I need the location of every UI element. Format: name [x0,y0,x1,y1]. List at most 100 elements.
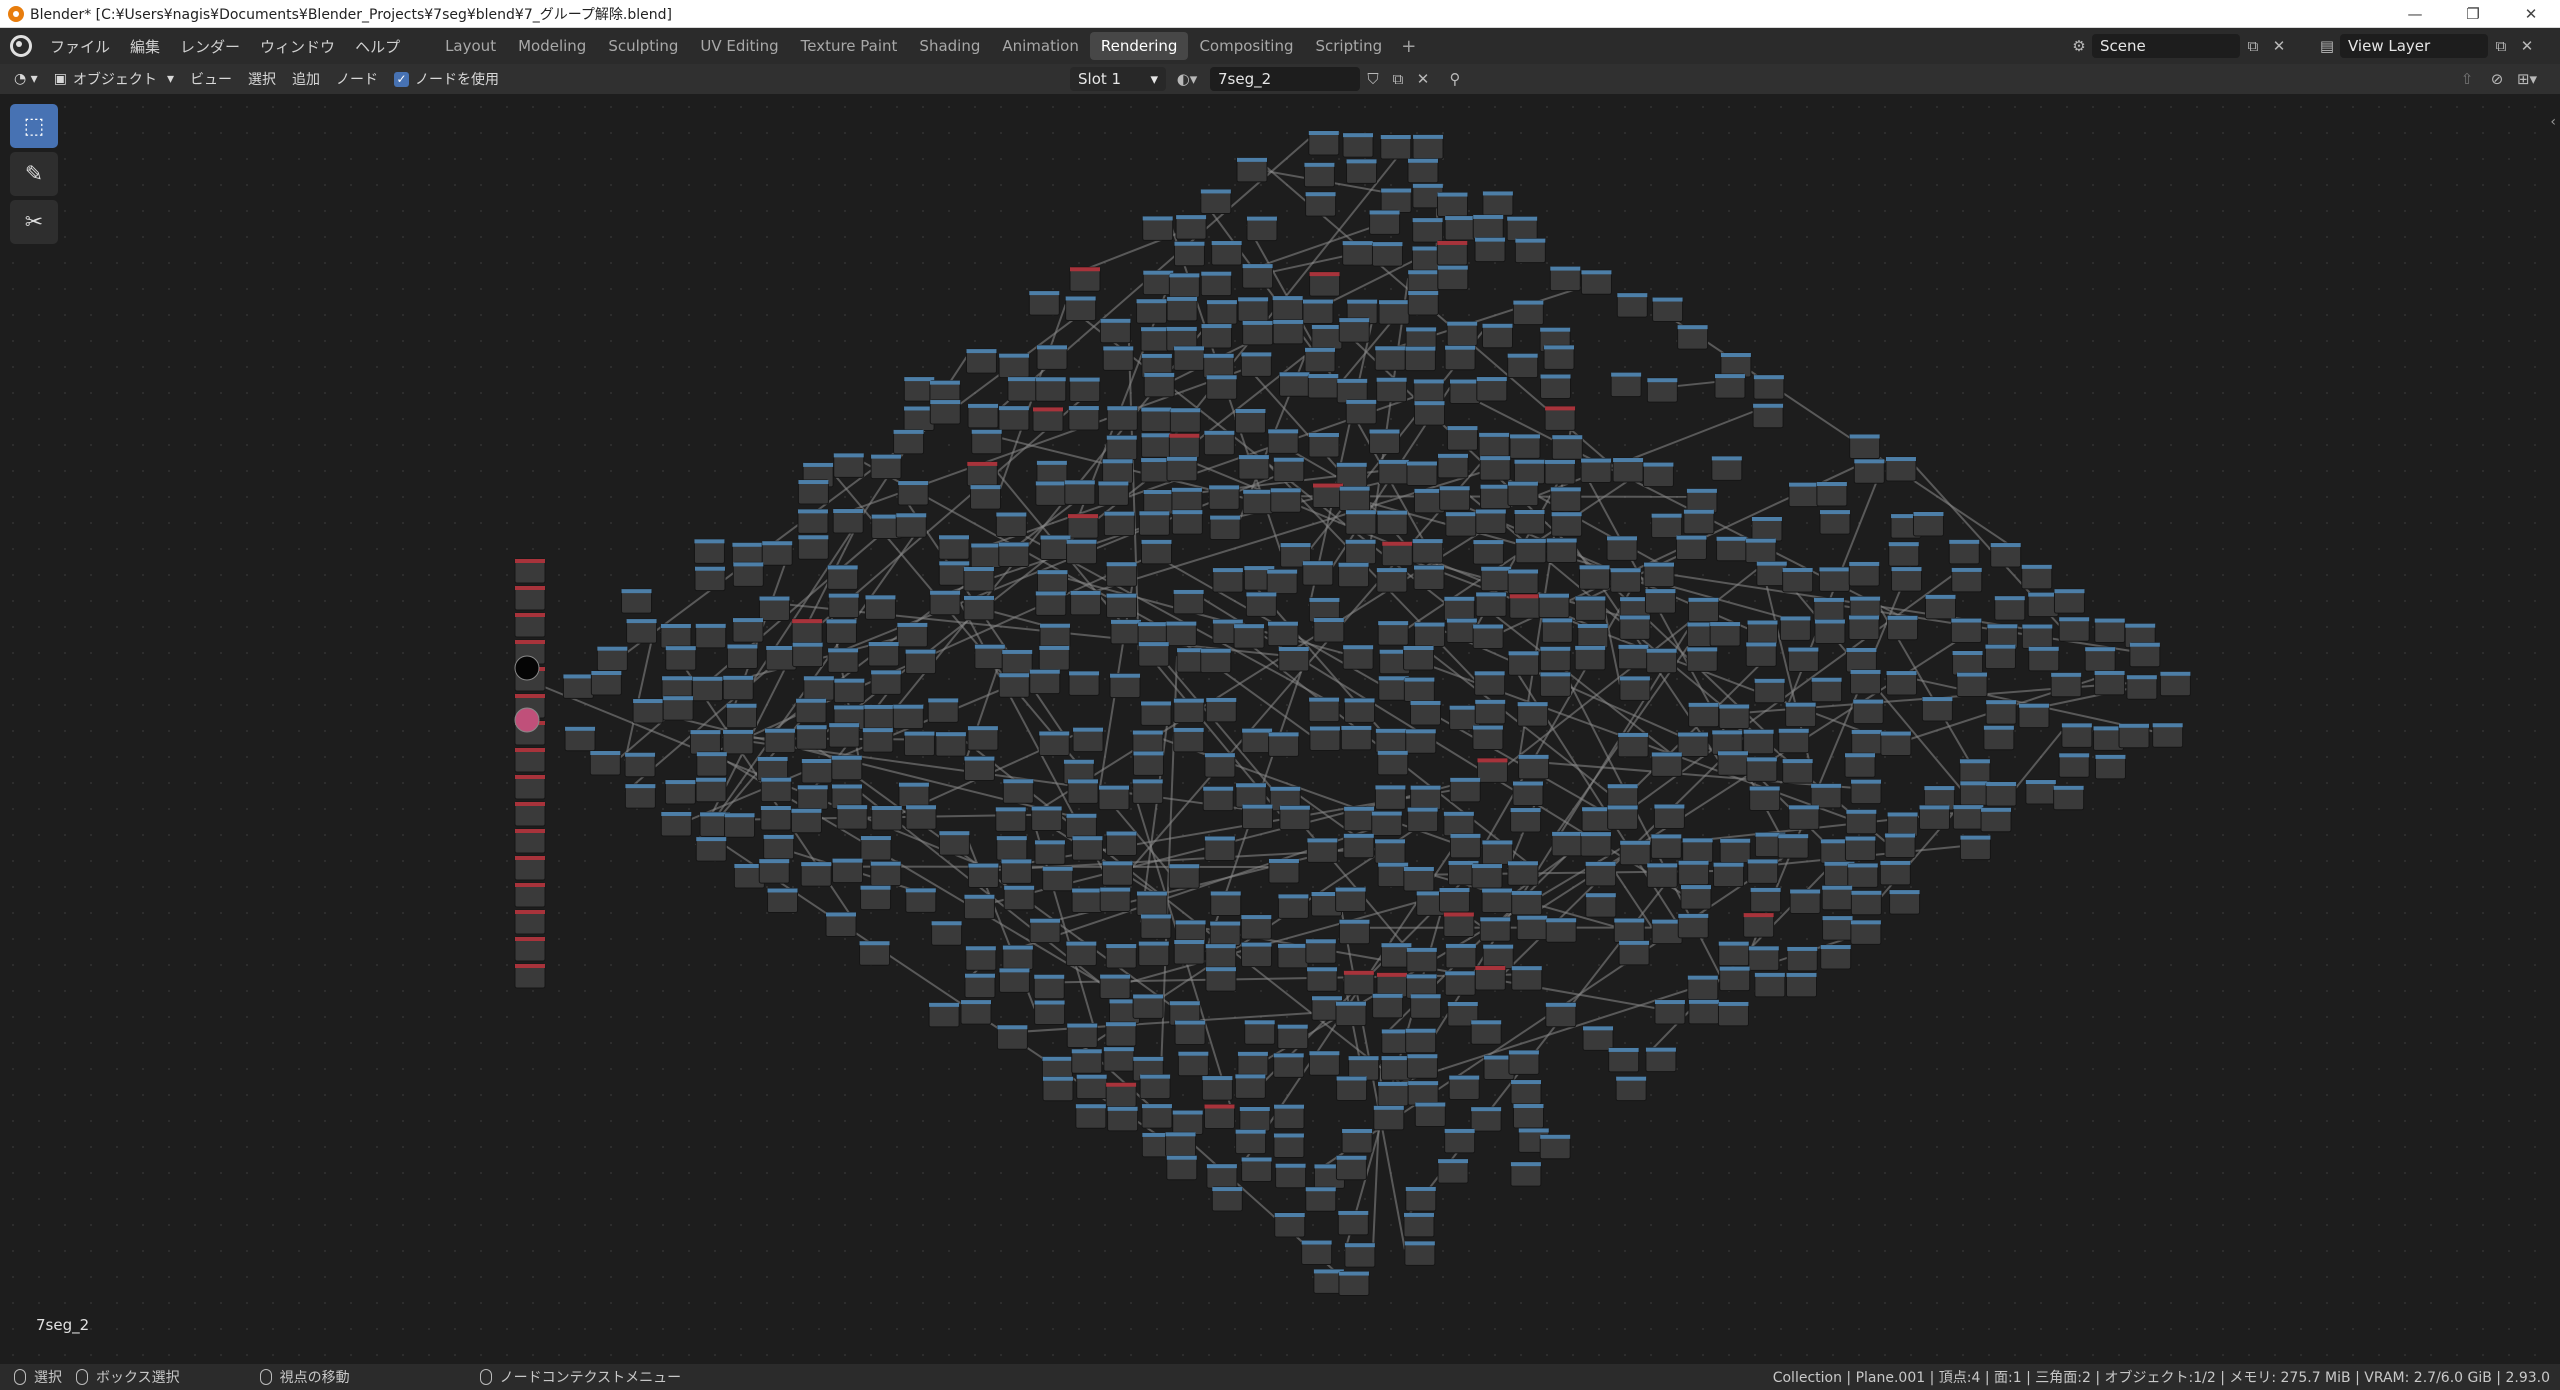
shader-node[interactable] [1688,597,1720,623]
shader-node[interactable] [1787,647,1819,673]
shader-node[interactable] [1546,537,1578,563]
view-layer-new-icon[interactable]: ⧉ [2488,34,2514,58]
shader-node[interactable] [1403,677,1435,703]
shader-node[interactable] [1719,838,1751,864]
shader-node[interactable] [1336,1075,1368,1101]
shader-node[interactable] [1068,670,1100,696]
shader-node[interactable] [660,623,692,649]
shader-node[interactable] [1848,614,1880,640]
shader-node[interactable] [1449,777,1481,803]
shader-node[interactable] [1683,509,1715,535]
shader-node[interactable] [1888,541,1920,567]
add-workspace-button[interactable]: + [1393,36,1424,57]
shader-node[interactable] [1507,568,1539,594]
shader-node[interactable] [1713,862,1745,888]
shader-node[interactable] [1818,566,1850,592]
shader-node[interactable] [1847,862,1879,888]
shader-node[interactable] [1065,941,1097,967]
shader-node[interactable] [1745,641,1777,667]
shader-node[interactable] [1103,1046,1135,1072]
shader-node[interactable] [1377,620,1409,646]
shader-node[interactable] [1171,487,1203,513]
shader-node[interactable] [1984,644,2016,670]
shader-node[interactable] [1539,671,1571,697]
shader-node[interactable] [1312,483,1344,509]
shader-node[interactable] [1069,377,1101,403]
menu-file[interactable]: ファイル [40,32,120,60]
menu-help[interactable]: ヘルプ [345,32,410,60]
shader-node[interactable] [1510,807,1542,833]
select-box-tool-button[interactable]: ⬚ [10,104,58,148]
shader-node[interactable] [1209,920,1241,946]
shader-node[interactable] [1375,728,1407,754]
shader-node[interactable] [832,858,864,884]
shader-node[interactable] [1714,373,1746,399]
shader-node[interactable] [1779,615,1811,641]
shader-node[interactable] [1474,965,1506,991]
shader-node[interactable] [938,830,970,856]
shader-node[interactable] [1373,1105,1405,1131]
shader-node[interactable] [1579,564,1611,590]
shader-node[interactable] [1788,482,1820,508]
shader-node[interactable] [1551,434,1583,460]
node-graph[interactable] [0,94,2560,1364]
view-layer-delete-icon[interactable]: ✕ [2514,34,2540,58]
shader-node[interactable] [1075,1103,1107,1129]
shader-node[interactable] [564,726,596,752]
shader-node[interactable] [590,670,622,696]
shader-node[interactable] [1541,617,1573,643]
shader-node[interactable] [1613,917,1645,943]
shader-node[interactable] [1508,1049,1540,1075]
shader-node[interactable] [1173,589,1205,615]
shader-node[interactable] [1201,323,1233,349]
shader-node[interactable] [1544,459,1576,485]
shader-node[interactable] [1478,432,1510,458]
shader-node[interactable] [1607,804,1639,830]
shader-node[interactable] [1302,299,1334,325]
shader-node[interactable] [1437,265,1469,291]
shader-node[interactable] [1651,513,1683,539]
shader-node[interactable] [825,911,857,937]
slot-dropdown[interactable]: Slot 1 ▾ [1070,67,1166,91]
shader-node[interactable] [1033,974,1065,1000]
shader-node[interactable] [1810,783,1842,809]
shader-node[interactable] [1273,1132,1305,1158]
shader-node[interactable] [995,511,1027,537]
links-cut-tool-button[interactable]: ✂ [10,200,58,244]
shader-node[interactable] [1309,271,1341,297]
shader-node[interactable] [1311,324,1343,350]
shader-node[interactable] [1921,696,1953,722]
shader-node[interactable] [1067,778,1099,804]
shader-node[interactable] [689,729,721,755]
shader-node[interactable] [2058,616,2090,642]
shader-node[interactable] [1038,730,1070,756]
tab-shading[interactable]: Shading [908,32,991,60]
shader-node[interactable] [1407,1080,1439,1106]
shader-node[interactable] [1516,915,1548,941]
shader-node[interactable] [596,646,628,672]
shader-node[interactable] [1203,430,1235,456]
shader-node[interactable] [1272,295,1304,321]
shader-node[interactable] [2061,722,2093,748]
material-browse-icon[interactable]: ◐▾ [1174,67,1200,91]
shader-node[interactable] [1106,435,1138,461]
shader-node[interactable] [1407,158,1439,184]
shader-node[interactable] [2152,722,2184,748]
shader-node[interactable] [1374,345,1406,371]
shader-node[interactable] [1539,646,1571,672]
shader-node[interactable] [1580,458,1612,484]
shader-node[interactable] [1545,1002,1577,1028]
shader-node[interactable] [1747,619,1779,645]
shader-node[interactable] [1711,455,1743,481]
shader-node[interactable] [1820,944,1852,970]
shader-node[interactable] [870,454,902,480]
shader-node[interactable] [1952,804,1984,830]
shader-node[interactable] [1175,214,1207,240]
shader-node[interactable] [996,835,1028,861]
shader-node[interactable] [1268,858,1300,884]
shader-node[interactable] [1336,378,1368,404]
scene-browse-icon[interactable]: ⚙ [2066,34,2092,58]
shader-node[interactable] [1002,945,1034,971]
shader-node[interactable] [1337,1210,1369,1236]
shader-node[interactable] [1106,405,1138,431]
